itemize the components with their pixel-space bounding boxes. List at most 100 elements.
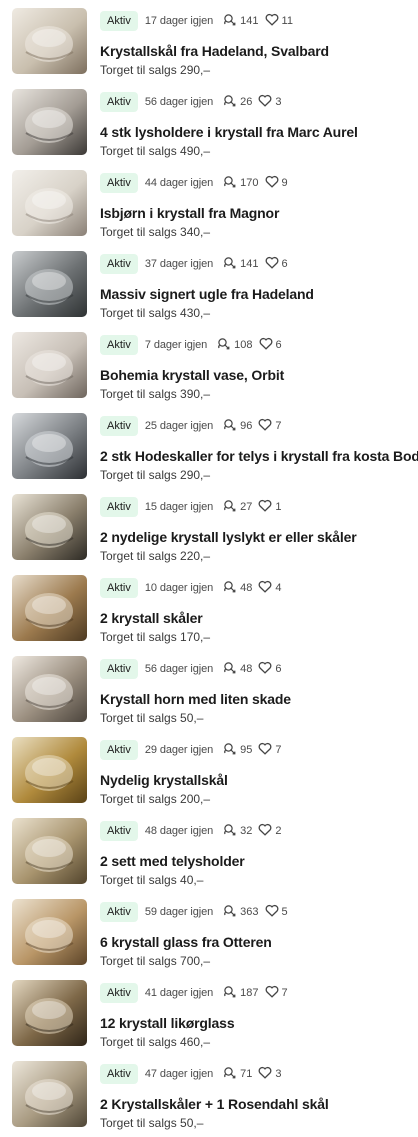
listing-item[interactable]: Aktiv 7 dager igjen 108 6 Bohemia krystall v…: [0, 332, 418, 413]
views-stat: 170: [223, 175, 259, 192]
views-icon: [223, 499, 240, 516]
views-icon: [223, 580, 240, 597]
listing-thumbnail[interactable]: [12, 332, 87, 398]
likes-count: 4: [275, 582, 282, 594]
listing-title[interactable]: 6 krystall glass fra Otteren: [100, 933, 412, 951]
listing-thumbnail[interactable]: [12, 737, 87, 803]
listing-title[interactable]: Bohemia krystall vase, Orbit: [100, 366, 412, 384]
status-badge: Aktiv: [100, 821, 138, 841]
likes-count: 9: [281, 177, 288, 189]
listing-item[interactable]: Aktiv 25 dager igjen 96 7 2 stk Hodeskaller …: [0, 413, 418, 494]
listing-item[interactable]: Aktiv 29 dager igjen 95 7 Nydelig krystallsk…: [0, 737, 418, 818]
listing-price: Torget til salgs 290,–: [100, 468, 211, 482]
likes-count: 11: [281, 15, 293, 27]
views-icon: [223, 823, 240, 840]
days-left: 7 dager igjen: [144, 339, 208, 351]
likes-count: 1: [275, 501, 282, 513]
listing-meta: Aktiv 56 dager igjen 26 3: [100, 91, 412, 113]
listing-info: Aktiv 47 dager igjen 71 3 2 Krystallskåler +…: [100, 1063, 412, 1130]
views-icon: [223, 256, 240, 273]
listing-item[interactable]: Aktiv 41 dager igjen 187 7 12 krystall likør…: [0, 980, 418, 1061]
listing-title[interactable]: 2 krystall skåler: [100, 609, 412, 627]
views-icon: [223, 1066, 240, 1083]
likes-count: 7: [275, 744, 282, 756]
listing-item[interactable]: Aktiv 37 dager igjen 141 6 Massiv signert ug…: [0, 251, 418, 332]
listing-info: Aktiv 41 dager igjen 187 7 12 krystall likør…: [100, 982, 412, 1049]
listing-thumbnail[interactable]: [12, 818, 87, 884]
listing-title[interactable]: Isbjørn i krystall fra Magnor: [100, 204, 412, 222]
thumbnail-image: [12, 170, 87, 236]
views-count: 95: [240, 744, 253, 756]
listing-title[interactable]: 2 Krystallskåler + 1 Rosendahl skål: [100, 1095, 412, 1113]
views-count: 108: [234, 339, 253, 351]
views-stat: 141: [223, 13, 259, 30]
likes-count: 2: [275, 825, 282, 837]
thumbnail-image: [12, 899, 87, 965]
likes-stat: 5: [265, 904, 288, 920]
views-stat: 108: [217, 337, 253, 354]
likes-stat: 1: [258, 499, 282, 515]
status-badge: Aktiv: [100, 497, 138, 517]
views-count: 96: [240, 420, 253, 432]
listing-title[interactable]: Krystall horn med liten skade: [100, 690, 412, 708]
likes-count: 6: [281, 258, 288, 270]
listing-title[interactable]: 2 stk Hodeskaller for telys i krystall f…: [100, 447, 418, 465]
listing-thumbnail[interactable]: [12, 89, 87, 155]
listing-item[interactable]: Aktiv 17 dager igjen 141 11 Krystallskål fra…: [0, 8, 418, 89]
listing-thumbnail[interactable]: [12, 1061, 87, 1127]
listing-item[interactable]: Aktiv 47 dager igjen 71 3 2 Krystallskåler +…: [0, 1061, 418, 1137]
views-icon: [217, 337, 234, 354]
listing-thumbnail[interactable]: [12, 8, 87, 74]
views-stat: 96: [223, 418, 252, 435]
listing-thumbnail[interactable]: [12, 656, 87, 722]
heart-icon: [265, 985, 282, 1001]
days-left: 41 dager igjen: [144, 987, 214, 999]
listing-title[interactable]: 2 sett med telysholder: [100, 852, 412, 870]
listing-thumbnail[interactable]: [12, 899, 87, 965]
listing-title[interactable]: 4 stk lysholdere i krystall fra Marc Aur…: [100, 123, 412, 141]
listing-title[interactable]: 12 krystall likørglass: [100, 1014, 412, 1032]
listing-thumbnail[interactable]: [12, 980, 87, 1046]
views-icon: [223, 94, 240, 111]
views-stat: 141: [223, 256, 259, 273]
listing-item[interactable]: Aktiv 59 dager igjen 363 5 6 krystall glass …: [0, 899, 418, 980]
heart-icon: [265, 175, 282, 191]
thumbnail-image: [12, 89, 87, 155]
listing-item[interactable]: Aktiv 48 dager igjen 32 2 2 sett med telysho…: [0, 818, 418, 899]
views-stat: 363: [223, 904, 259, 921]
listing-thumbnail[interactable]: [12, 575, 87, 641]
thumbnail-image: [12, 656, 87, 722]
listing-thumbnail[interactable]: [12, 494, 87, 560]
listing-title[interactable]: Massiv signert ugle fra Hadeland: [100, 285, 412, 303]
listing-item[interactable]: Aktiv 15 dager igjen 27 1 2 nydelige krystal…: [0, 494, 418, 575]
status-badge: Aktiv: [100, 1064, 138, 1084]
likes-count: 3: [275, 1068, 282, 1080]
listing-title[interactable]: Krystallskål fra Hadeland, Svalbard: [100, 42, 412, 60]
listing-thumbnail[interactable]: [12, 170, 87, 236]
listing-title[interactable]: Nydelig krystallskål: [100, 771, 412, 789]
listing-info: Aktiv 25 dager igjen 96 7 2 stk Hodeskaller …: [100, 415, 418, 482]
listing-price: Torget til salgs 50,–: [100, 711, 204, 725]
views-icon: [223, 904, 240, 921]
status-badge: Aktiv: [100, 92, 138, 112]
likes-count: 7: [275, 420, 282, 432]
listing-item[interactable]: Aktiv 56 dager igjen 48 6 Krystall horn med …: [0, 656, 418, 737]
days-left: 10 dager igjen: [144, 582, 214, 594]
status-badge: Aktiv: [100, 416, 138, 436]
listing-price: Torget til salgs 460,–: [100, 1035, 211, 1049]
listing-item[interactable]: Aktiv 10 dager igjen 48 4 2 krystall skåler T…: [0, 575, 418, 656]
listing-thumbnail[interactable]: [12, 413, 87, 479]
listing-item[interactable]: Aktiv 44 dager igjen 170 9 Isbjørn i krystal…: [0, 170, 418, 251]
views-count: 32: [240, 825, 253, 837]
listing-title[interactable]: 2 nydelige krystall lyslykt er eller skå…: [100, 528, 412, 546]
days-left: 47 dager igjen: [144, 1068, 214, 1080]
listing-price: Torget til salgs 390,–: [100, 387, 211, 401]
days-left: 44 dager igjen: [144, 177, 214, 189]
listing-info: Aktiv 37 dager igjen 141 6 Massiv signert ug…: [100, 253, 412, 320]
listing-thumbnail[interactable]: [12, 251, 87, 317]
views-stat: 187: [223, 985, 259, 1002]
listings-list: Aktiv 1 7 dager igjen 141 11 Krystallskål fra…: [0, 0, 418, 1137]
listing-info: Aktiv 44 dager igjen 170 9 Isbjørn i krystal…: [100, 172, 412, 239]
listing-item[interactable]: Aktiv 56 dager igjen 26 3 4 stk lysholdere i…: [0, 89, 418, 170]
likes-stat: 3: [258, 1066, 282, 1082]
